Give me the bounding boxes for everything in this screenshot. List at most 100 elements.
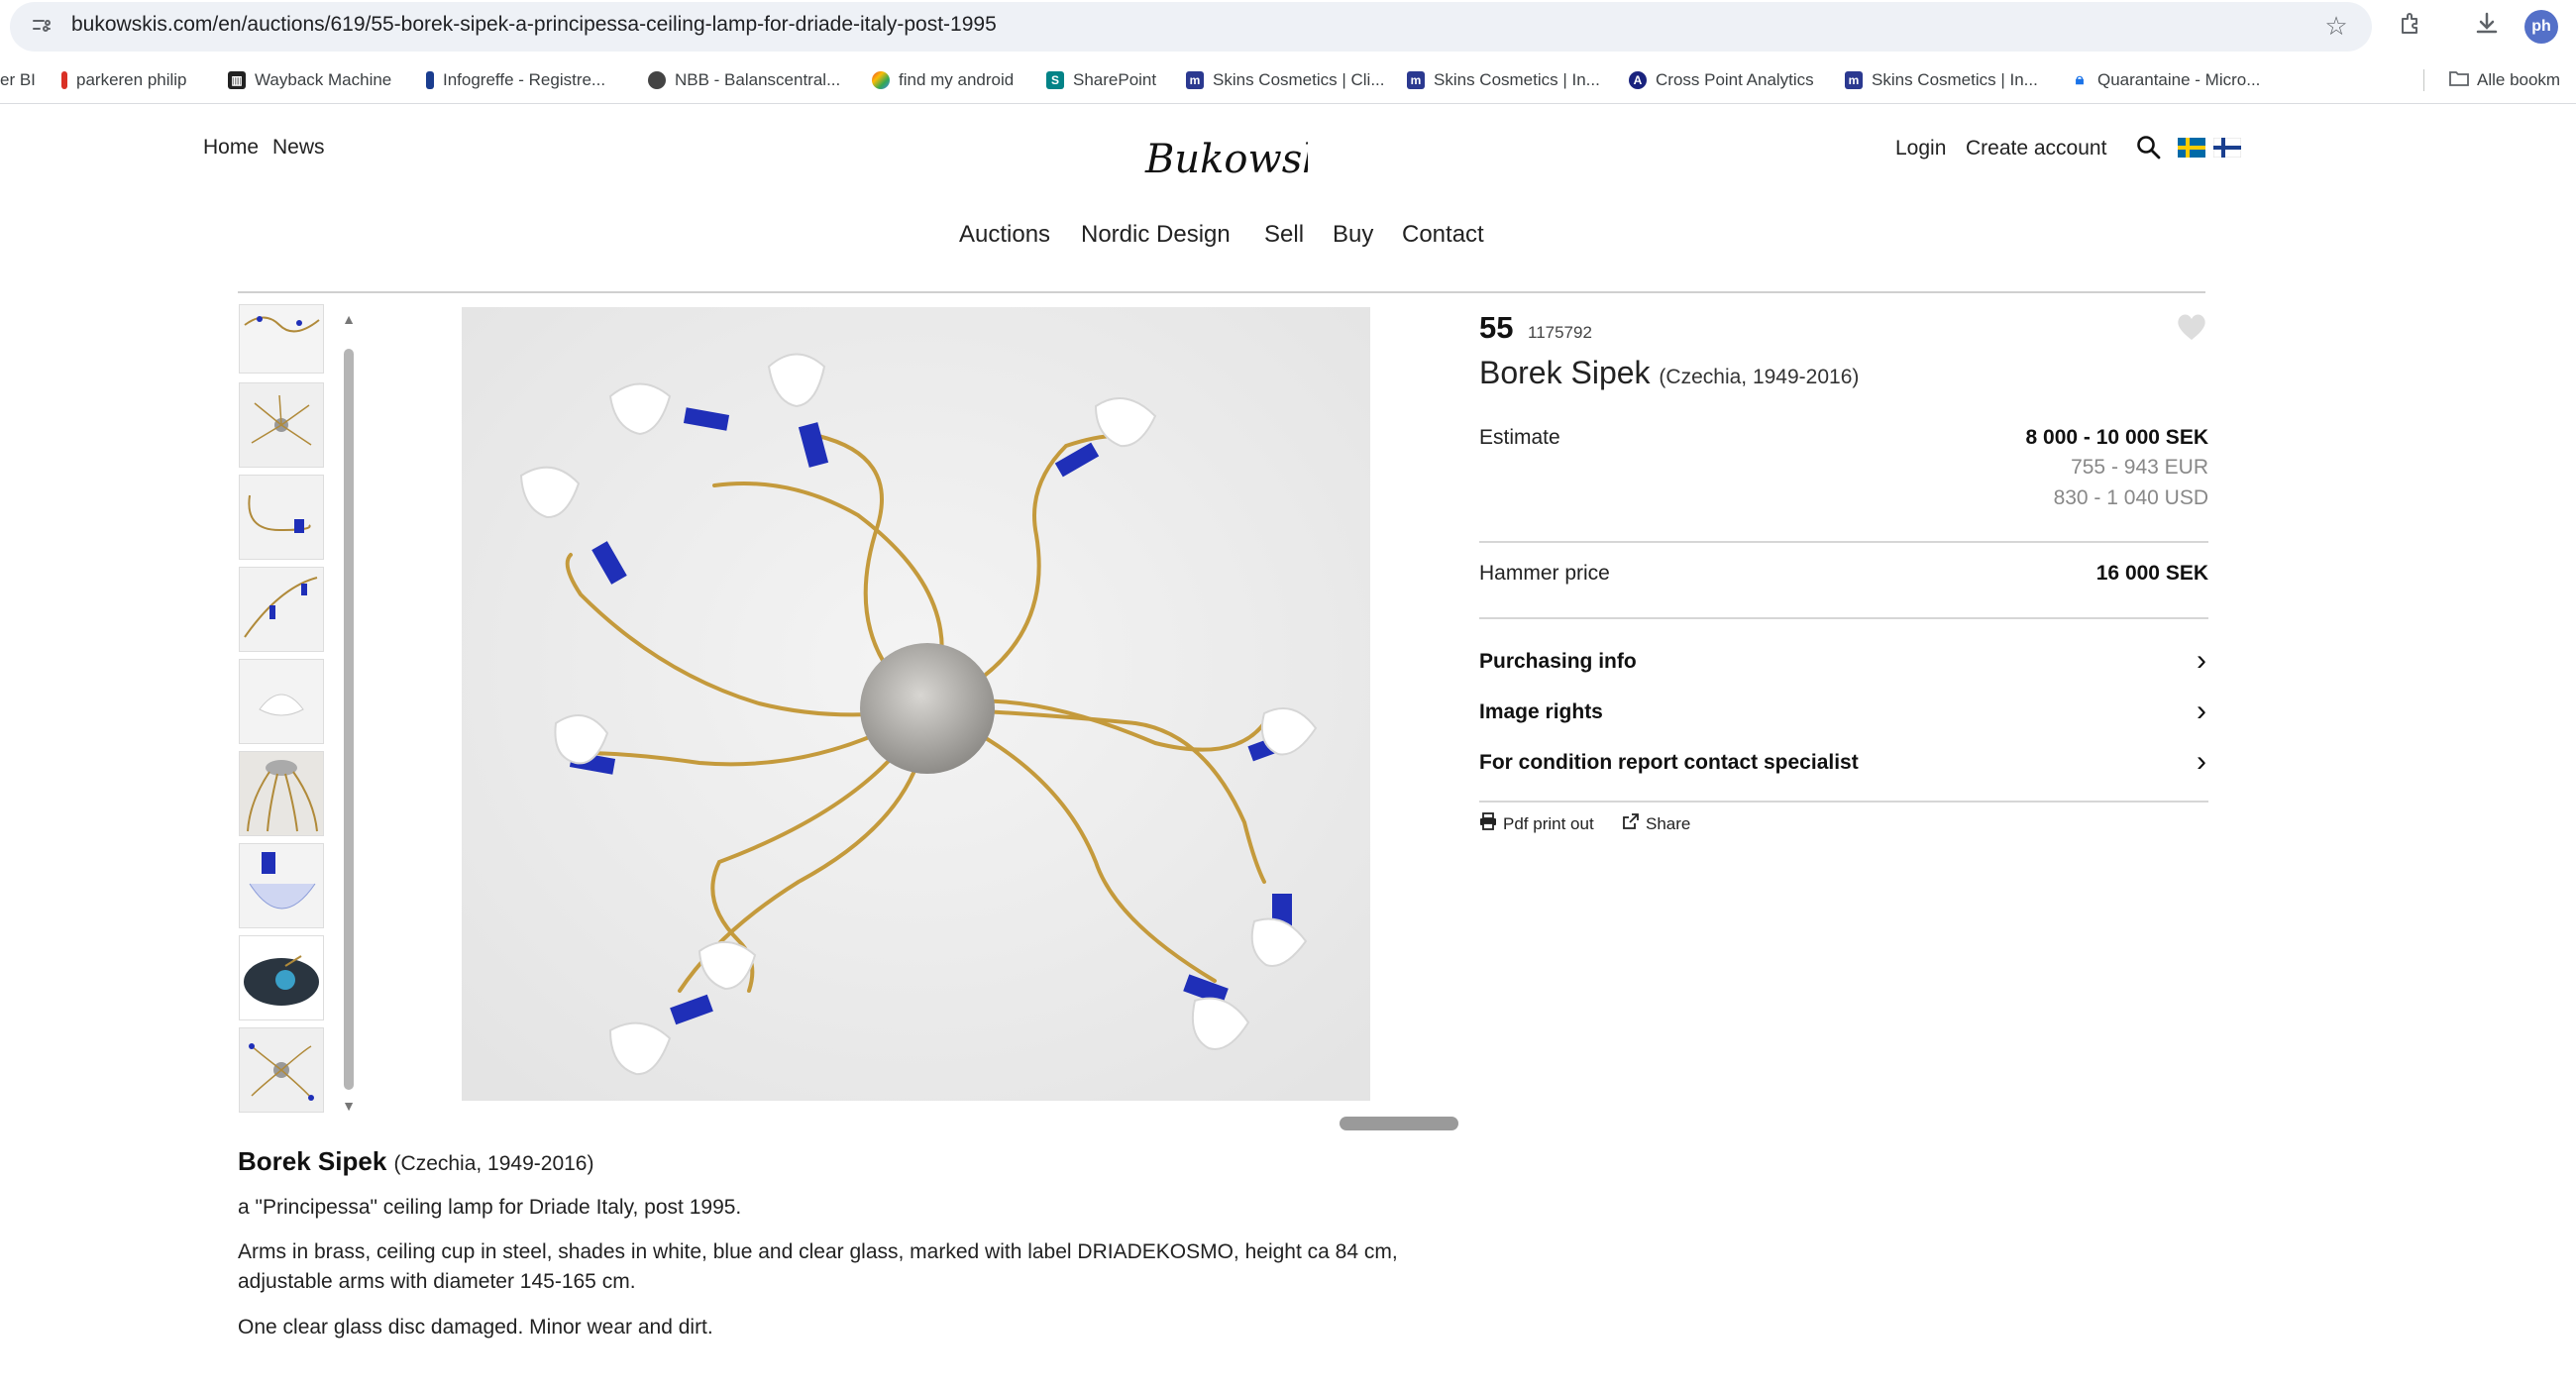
thumbnail-image[interactable] bbox=[239, 304, 324, 374]
main-product-image[interactable] bbox=[462, 307, 1370, 1101]
bookmark-item[interactable]: er BI bbox=[0, 67, 36, 93]
accordion-label: Purchasing info bbox=[1479, 650, 1637, 673]
artist-meta: (Czechia, 1949-2016) bbox=[1659, 366, 1860, 388]
accordion-purchasing-info[interactable]: Purchasing info › bbox=[1479, 644, 2208, 684]
estimate-eur: 755 - 943 EUR bbox=[2071, 456, 2208, 479]
thumbnail-image[interactable] bbox=[239, 1027, 324, 1113]
printer-icon bbox=[1479, 812, 1497, 835]
bookmark-label: find my android bbox=[899, 70, 1015, 89]
bookmark-item[interactable]: m Skins Cosmetics | Cli... bbox=[1186, 67, 1385, 93]
heart-icon[interactable] bbox=[2175, 310, 2208, 344]
estimate-sek: 8 000 - 10 000 SEK bbox=[2025, 426, 2208, 449]
bookmark-label: Cross Point Analytics bbox=[1656, 70, 1814, 89]
thumbnail-image[interactable] bbox=[239, 935, 324, 1020]
bookmarks-folder[interactable]: Alle bookm bbox=[2449, 67, 2560, 93]
bookmark-label: SharePoint bbox=[1073, 70, 1157, 89]
skins-favicon-icon: m bbox=[1845, 71, 1863, 89]
thumbnail-image[interactable] bbox=[239, 567, 324, 652]
lot-number: 55 bbox=[1479, 310, 1514, 345]
description-artist: Borek Sipek bbox=[238, 1146, 387, 1176]
pdf-print-button[interactable]: Pdf print out bbox=[1479, 812, 1594, 835]
bookmark-item[interactable]: S SharePoint bbox=[1046, 67, 1156, 93]
bookmark-label: Skins Cosmetics | Cli... bbox=[1213, 70, 1385, 89]
thumbnail-image[interactable] bbox=[239, 843, 324, 928]
divider bbox=[1479, 617, 2208, 619]
bookmark-label: Skins Cosmetics | In... bbox=[1872, 70, 2038, 89]
description-subtitle: a "Principessa" ceiling lamp for Driade … bbox=[238, 1196, 742, 1219]
main-nav-nordic-design[interactable]: Nordic Design bbox=[1081, 221, 1231, 249]
skins-favicon-icon: m bbox=[1407, 71, 1425, 89]
bookmark-label: Wayback Machine bbox=[255, 70, 392, 89]
main-nav-buy[interactable]: Buy bbox=[1333, 221, 1373, 249]
lock-icon: 🔒︎ bbox=[2075, 71, 2085, 88]
thumb-scroll-down-icon[interactable]: ▼ bbox=[339, 1098, 359, 1114]
bookmark-favicon-icon bbox=[61, 71, 67, 89]
thumbnail-image[interactable] bbox=[239, 475, 324, 560]
accordion-label: Image rights bbox=[1479, 700, 1603, 723]
description-details: Arms in brass, ceiling cup in steel, sha… bbox=[238, 1240, 1398, 1293]
login-link[interactable]: Login bbox=[1895, 137, 1946, 161]
main-nav-auctions[interactable]: Auctions bbox=[959, 221, 1050, 249]
folder-icon bbox=[2449, 70, 2469, 91]
bookmark-item[interactable]: find my android bbox=[872, 67, 1014, 93]
estimate-label: Estimate bbox=[1479, 426, 1560, 449]
share-button[interactable]: Share bbox=[1622, 812, 1690, 835]
thumbnail-scrollbar[interactable] bbox=[344, 349, 354, 1090]
accordion-condition-report[interactable]: For condition report contact specialist … bbox=[1479, 745, 2208, 785]
chevron-right-icon: › bbox=[2197, 695, 2206, 727]
profile-avatar[interactable]: ph bbox=[2524, 10, 2558, 44]
breadcrumb-divider bbox=[238, 291, 2205, 293]
share-icon bbox=[1622, 812, 1640, 835]
create-account-link[interactable]: Create account bbox=[1966, 137, 2106, 161]
pdf-print-label: Pdf print out bbox=[1503, 813, 1594, 833]
bookmark-item[interactable]: 🔒︎ Quarantaine - Micro... bbox=[2071, 67, 2261, 93]
swedish-flag-icon[interactable] bbox=[2178, 138, 2205, 158]
description-title: Borek Sipek (Czechia, 1949-2016) bbox=[238, 1146, 593, 1177]
thumbnail-image[interactable] bbox=[239, 659, 324, 744]
divider bbox=[1479, 541, 2208, 543]
bookmark-item[interactable]: parkeren philip bbox=[61, 67, 187, 93]
svg-text:Bukowskis: Bukowskis bbox=[1144, 137, 1308, 182]
thumb-scroll-up-icon[interactable]: ▲ bbox=[339, 311, 359, 327]
main-nav-sell[interactable]: Sell bbox=[1264, 221, 1304, 249]
main-nav-contact[interactable]: Contact bbox=[1402, 221, 1484, 249]
chevron-right-icon: › bbox=[2197, 644, 2206, 677]
extensions-icon[interactable] bbox=[2395, 10, 2426, 42]
bookmark-item[interactable]: A Cross Point Analytics bbox=[1629, 67, 1814, 93]
site-info-icon[interactable] bbox=[30, 14, 54, 38]
artist-name: Borek Sipek bbox=[1479, 355, 1651, 390]
bookmark-item[interactable]: Infogreffe - Registre... bbox=[426, 67, 605, 93]
bookmark-label: NBB - Balanscentral... bbox=[675, 70, 841, 89]
artist-heading: Borek Sipek (Czechia, 1949-2016) bbox=[1479, 355, 1859, 391]
bookmark-item[interactable]: m Skins Cosmetics | In... bbox=[1845, 67, 2038, 93]
nav-home[interactable]: Home bbox=[203, 136, 259, 160]
bukowskis-logo[interactable]: Bukowskis bbox=[1139, 129, 1359, 198]
bookmark-item[interactable]: NBB - Balanscentral... bbox=[648, 67, 840, 93]
url-text[interactable]: bukowskis.com/en/auctions/619/55-borek-s… bbox=[71, 13, 997, 37]
bookmark-star-icon[interactable]: ☆ bbox=[2320, 11, 2352, 41]
divider bbox=[1479, 801, 2208, 803]
accordion-image-rights[interactable]: Image rights › bbox=[1479, 695, 2208, 734]
image-scrollbar[interactable] bbox=[1340, 1117, 1458, 1130]
bookmarks-folder-label: Alle bookm bbox=[2477, 70, 2561, 89]
wayback-favicon-icon: ▥ bbox=[228, 71, 246, 89]
thumbnail-image[interactable] bbox=[239, 382, 324, 468]
thumbnail-image[interactable] bbox=[239, 751, 324, 836]
crosspoint-favicon-icon: A bbox=[1629, 71, 1647, 89]
bookmark-item[interactable]: m Skins Cosmetics | In... bbox=[1407, 67, 1600, 93]
download-icon[interactable] bbox=[2471, 10, 2503, 42]
bookmarks-separator bbox=[2423, 69, 2424, 91]
bookmark-label: er BI bbox=[0, 70, 36, 89]
search-icon[interactable] bbox=[2136, 135, 2162, 161]
share-label: Share bbox=[1646, 813, 1691, 833]
browser-toolbar: bukowskis.com/en/auctions/619/55-borek-s… bbox=[0, 0, 2576, 55]
nav-news[interactable]: News bbox=[272, 136, 325, 160]
bookmark-label: parkeren philip bbox=[76, 70, 187, 89]
chevron-right-icon: › bbox=[2197, 745, 2206, 778]
hammer-price-value: 16 000 SEK bbox=[2095, 562, 2208, 585]
accordion-label: For condition report contact specialist bbox=[1479, 751, 1859, 774]
finnish-flag-icon[interactable] bbox=[2212, 137, 2242, 159]
bookmark-item[interactable]: ▥ Wayback Machine bbox=[228, 67, 391, 93]
skins-favicon-icon: m bbox=[1186, 71, 1204, 89]
globe-icon bbox=[648, 71, 666, 89]
